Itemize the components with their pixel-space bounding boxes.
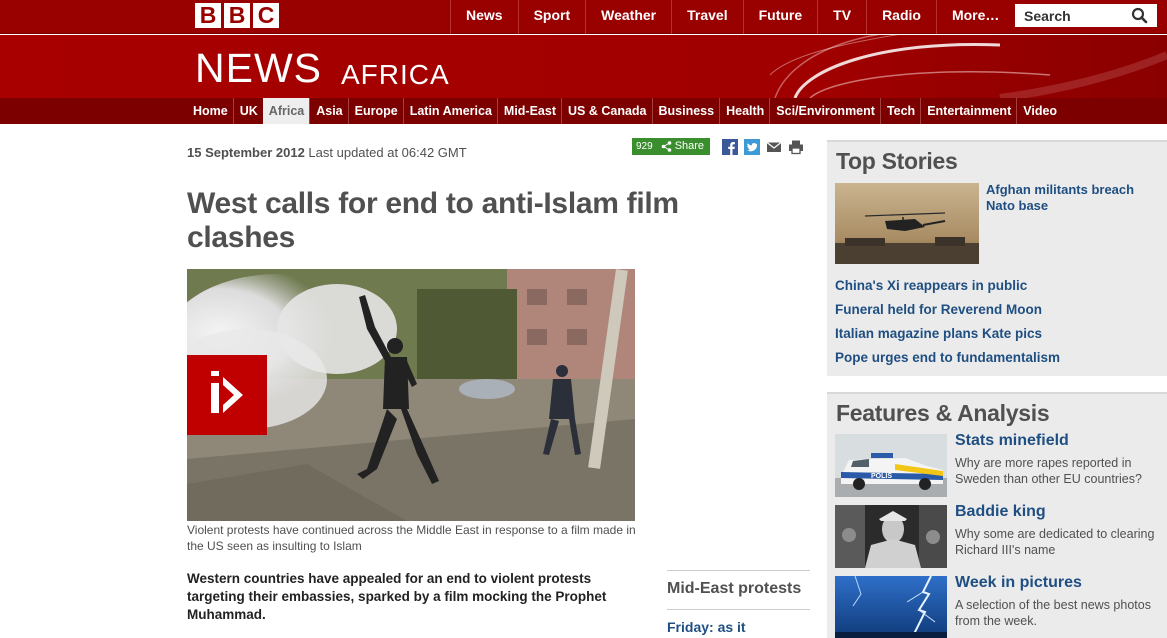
section-nav-home[interactable]: Home [187,98,233,124]
section-nav: Home UK Africa Asia Europe Latin America… [0,98,1167,124]
share-count: 929 [632,138,657,155]
section-nav-business[interactable]: Business [651,98,720,124]
print-icon[interactable] [788,139,804,155]
feature-title[interactable]: Week in pictures [955,574,1082,592]
news-banner: NEWS AFRICA [0,35,1167,98]
video-play-button[interactable] [187,355,267,435]
police-car-photo: POLIS [835,434,947,497]
global-nav-news[interactable]: News [450,0,518,34]
top-story-link[interactable]: Italian magazine plans Kate pics [835,326,1042,341]
search-icon[interactable] [1130,6,1150,26]
section-nav-mid-east[interactable]: Mid-East [496,98,561,124]
article-headline: West calls for end to anti-Islam film cl… [187,187,679,254]
feature-description: A selection of the best news photos from… [955,598,1151,628]
global-header: B B C News Sport Weather Travel Future T… [0,0,1167,34]
global-nav-sport[interactable]: Sport [517,0,586,34]
share-tools: 929 Share [632,138,804,155]
article-intro: Western countries have appealed for an e… [187,571,607,622]
section-nav-entertainment[interactable]: Entertainment [920,98,1016,124]
email-icon[interactable] [766,139,782,155]
related-link[interactable]: Friday: as it [667,619,810,635]
helicopter-photo [835,183,979,264]
features-box: Features & Analysis POLIS Stats minefiel… [827,392,1167,638]
global-nav-tv[interactable]: TV [817,0,866,34]
related-box: Mid-East protests Friday: as it [667,570,810,635]
logo-letter: B [224,3,250,28]
global-nav-travel[interactable]: Travel [671,0,742,34]
section-nav-us-canada[interactable]: US & Canada [561,98,652,124]
twitter-icon[interactable] [744,138,761,155]
feature-thumbnail[interactable] [835,505,947,568]
feature-thumbnail[interactable] [835,576,947,638]
image-caption: Violent protests have continued across t… [187,523,636,553]
last-updated: Last updated at 06:42 GMT [308,145,467,160]
share-label: Share [674,140,705,152]
svg-text:POLIS: POLIS [871,473,892,480]
section-nav-sci-environment[interactable]: Sci/Environment [769,98,880,124]
top-story-thumbnail[interactable] [835,183,979,264]
section-nav-africa[interactable]: Africa [262,98,310,124]
global-nav-weather[interactable]: Weather [585,0,671,34]
global-nav-future[interactable]: Future [742,0,818,34]
section-nav-asia[interactable]: Asia [309,98,347,124]
feature-thumbnail[interactable]: POLIS [835,434,947,497]
bbc-logo[interactable]: B B C [195,3,279,28]
article-date-line: 15 September 2012 Last updated at 06:42 … [187,145,467,160]
share-button[interactable]: Share [656,138,711,155]
global-nav: News Sport Weather Travel Future TV Radi… [450,0,1014,34]
section-nav-video[interactable]: Video [1016,98,1062,124]
region-title[interactable]: AFRICA [341,59,450,91]
features-title: Features & Analysis [836,400,1050,426]
feature-title[interactable]: Stats minefield [955,432,1069,450]
richard-iii-photo [835,505,947,568]
logo-letter: B [195,3,221,28]
facebook-icon[interactable] [722,138,739,155]
lightning-photo [835,576,947,638]
related-title: Mid-East protests [667,570,810,610]
feature-description: Why are more rapes reported in Sweden th… [955,456,1142,486]
global-nav-radio[interactable]: Radio [866,0,936,34]
banner-swoosh [0,35,1167,98]
feature-description: Why some are dedicated to clearing Richa… [955,527,1155,557]
section-nav-latin-america[interactable]: Latin America [402,98,497,124]
top-story-link[interactable]: Pope urges end to fundamentalism [835,350,1060,365]
section-nav-tech[interactable]: Tech [879,98,920,124]
top-stories-box: Top Stories Afghan militants breach Nato… [827,140,1167,376]
section-nav-health[interactable]: Health [719,98,769,124]
search-box [1015,4,1157,27]
section-nav-europe[interactable]: Europe [347,98,403,124]
section-nav-uk[interactable]: UK [232,98,263,124]
share-icon [661,141,671,152]
play-icon [211,371,243,413]
top-story-link[interactable]: Funeral held for Reverend Moon [835,302,1042,317]
search-input[interactable] [1015,5,1130,26]
article-date: 15 September 2012 [187,145,305,160]
top-story-link[interactable]: China's Xi reappears in public [835,278,1027,293]
global-nav-more[interactable]: More… [935,0,1014,34]
top-stories-title: Top Stories [836,148,958,174]
top-story-lead-link[interactable]: Afghan militants breach Nato base [986,182,1136,214]
feature-title[interactable]: Baddie king [955,503,1046,521]
logo-letter: C [253,3,279,28]
news-title[interactable]: NEWS [195,45,322,92]
